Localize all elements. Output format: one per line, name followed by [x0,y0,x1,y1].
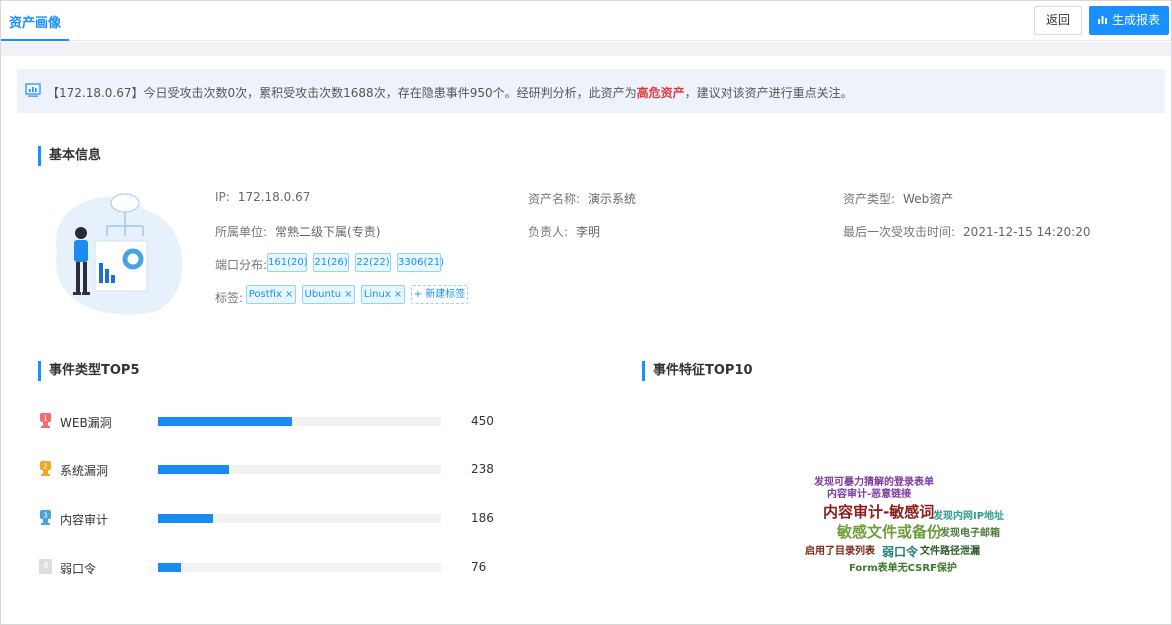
port-chip[interactable]: 22(22) [355,253,391,272]
tab-asset-profile[interactable]: 资产画像 [1,1,69,41]
asset-illustration [37,181,193,319]
word-cloud-item: 启用了目录列表 [805,546,875,557]
svg-text:2: 2 [43,463,47,471]
port-chip[interactable]: 161(20) [267,253,308,272]
word-cloud-item: 弱口令 [882,545,919,559]
rank-medal-icon: 2 [39,461,52,476]
owner-label: 负责人: [528,225,569,239]
back-button[interactable]: 返回 [1034,6,1082,35]
unit-value: 常熟二级下属(专责) [275,225,381,239]
word-cloud-item: 内容审计-敏感词 [823,503,935,521]
event-type-value: 186 [471,511,494,525]
last-attack-label: 最后一次受攻击时间: [843,225,956,239]
event-type-label: WEB漏洞 [60,416,112,430]
event-type-value: 238 [471,462,494,476]
bar-chart-icon [1097,7,1108,34]
new-tag-button[interactable]: + 新建标签 [411,285,468,304]
event-type-top5-title: 事件类型TOP5 [38,361,140,381]
event-type-label: 系统漏洞 [60,464,109,478]
unit-field: 所属单位: 常熟二级下属(专责) [215,223,380,240]
event-type-bar-track [158,417,441,426]
unit-label: 所属单位: [215,225,268,239]
tag-chip-label: Linux [363,289,391,300]
ip-field: IP: 172.18.0.67 [215,190,310,204]
event-type-bar-track [158,465,441,474]
asset-name-value: 演示系统 [588,192,637,206]
word-cloud-item: 文件路径泄漏 [920,546,980,557]
tags-label: 标签: [215,291,244,305]
event-type-bar-track [158,514,441,523]
close-icon[interactable]: × [394,289,402,300]
event-type-value: 450 [471,414,494,428]
rank-badge: 4 [39,559,52,574]
word-cloud-item: 发现内网IP地址 [933,511,1005,522]
basic-info-title: 基本信息 [38,146,101,166]
tag-chip-label: Ubuntu [304,289,342,300]
close-icon[interactable]: × [285,289,293,300]
word-cloud-item: 发现可暴力猜解的登录表单 [814,477,934,488]
generate-report-button[interactable]: 生成报表 [1089,6,1169,35]
owner-value: 李明 [576,225,601,239]
event-type-bar [158,465,229,474]
header-bar: 资产画像 返回 生成报表 [1,1,1171,41]
generate-report-label: 生成报表 [1111,13,1160,27]
risk-alert-banner: 【172.18.0.67】今日受攻击次数0次，累积受攻击次数1688次，存在隐患… [17,69,1165,113]
header-divider [1,42,1171,56]
asset-profile-page: 资产画像 返回 生成报表 【172.18.0.67】今日受攻击次数0次，累积受攻… [0,0,1172,625]
risk-level-text: 高危资产 [636,86,685,100]
event-type-label: 内容审计 [60,513,109,527]
alert-message: 【172.18.0.67】今日受攻击次数0次，累积受攻击次数1688次，存在隐患… [47,84,853,101]
last-attack-field: 最后一次受攻击时间: 2021-12-15 14:20:20 [843,223,1091,240]
asset-name-label: 资产名称: [528,192,581,206]
event-type-label: 弱口令 [60,562,97,576]
ip-label: IP: [215,190,230,204]
alert-prefix: 【172.18.0.67】今日受攻击次数0次，累积受攻击次数1688次，存在隐患… [47,86,637,100]
close-icon[interactable]: × [344,289,352,300]
asset-type-label: 资产类型: [843,192,896,206]
event-type-bar [158,514,213,523]
event-feature-top10-title: 事件特征TOP10 [642,361,753,381]
monitor-chart-icon [25,83,41,101]
word-cloud-item: 发现电子邮箱 [940,528,1000,539]
alert-suffix: ，建议对该资产进行重点关注。 [684,86,853,100]
word-cloud-item: 内容审计-恶意链接 [827,489,912,500]
asset-name-field: 资产名称: 演示系统 [528,190,636,207]
event-type-bar [158,417,292,426]
owner-field: 负责人: 李明 [528,223,600,240]
ports-label: 端口分布: [215,258,268,272]
word-cloud-item: 敏感文件或备份 [837,523,943,541]
event-type-bar-track [158,563,441,572]
svg-text:3: 3 [43,512,47,520]
last-attack-value: 2021-12-15 14:20:20 [963,225,1091,239]
tag-chip-label: Postfix [248,289,282,300]
event-type-bar [158,563,181,572]
port-chip[interactable]: 3306(21) [397,253,444,272]
tag-chip[interactable]: Postfix × [246,285,296,304]
port-chip[interactable]: 21(26) [313,253,349,272]
rank-medal-icon: 1 [39,413,52,428]
tag-chip[interactable]: Ubuntu × [302,285,355,304]
ip-value: 172.18.0.67 [237,190,311,204]
rank-medal-icon: 3 [39,510,52,525]
asset-type-value: Web资产 [903,192,954,206]
event-type-value: 76 [471,560,487,574]
svg-text:1: 1 [43,415,47,423]
word-cloud-item: Form表单无CSRF保护 [849,563,957,574]
asset-type-field: 资产类型: Web资产 [843,190,953,207]
tag-chip[interactable]: Linux × [361,285,405,304]
